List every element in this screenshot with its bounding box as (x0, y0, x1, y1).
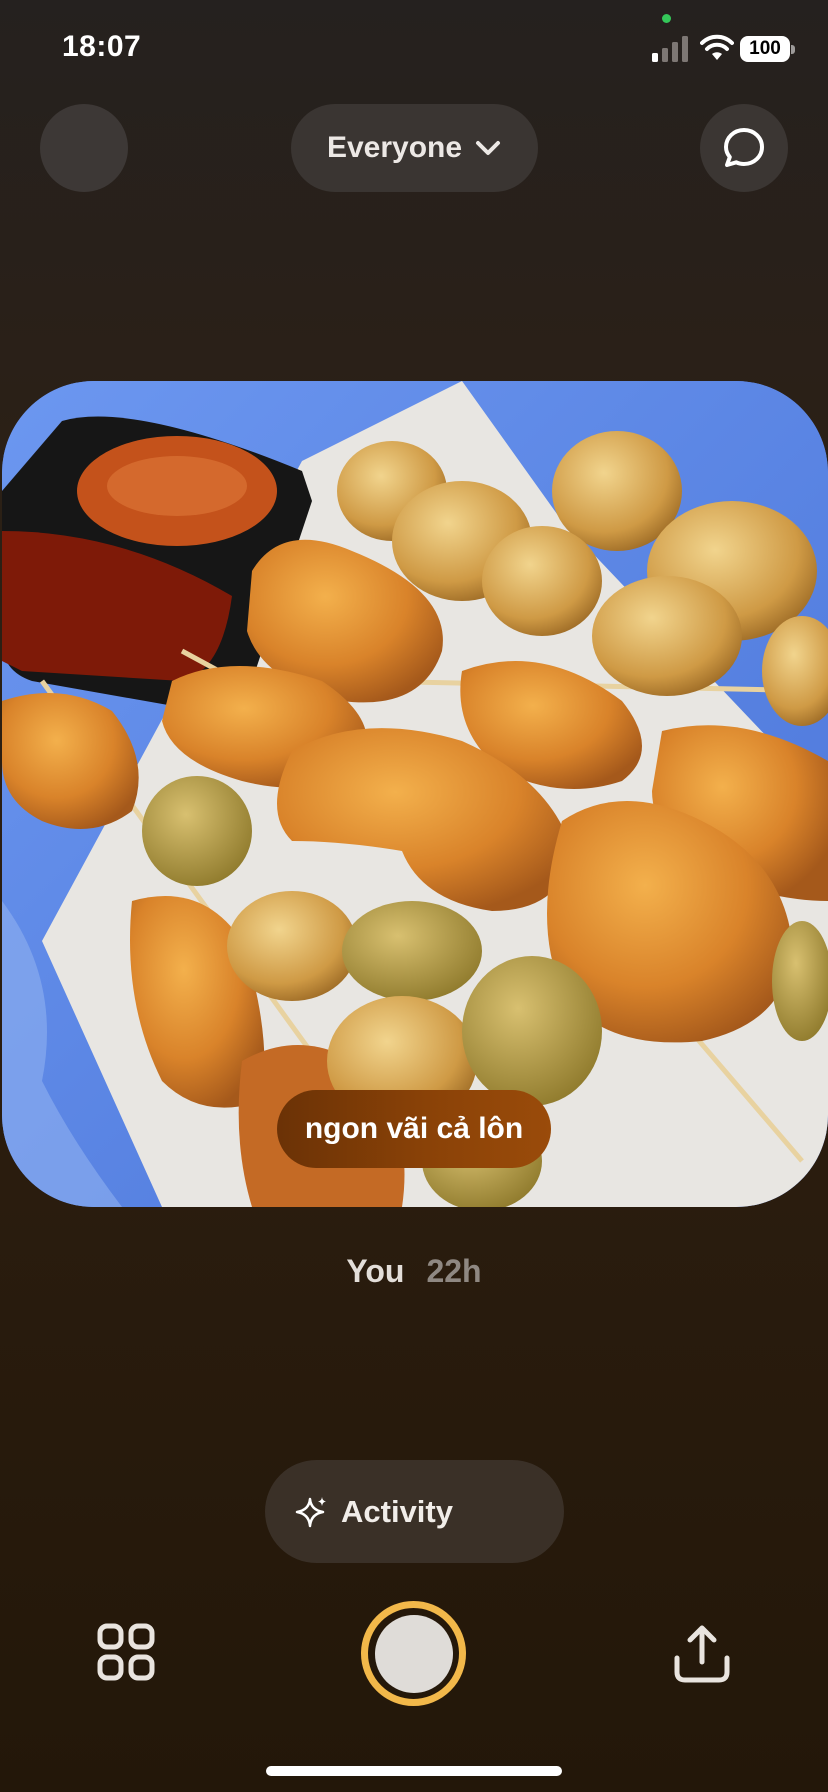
post-author[interactable]: You (346, 1253, 404, 1290)
grid-icon[interactable] (96, 1622, 156, 1682)
cellular-signal-icon (652, 36, 688, 62)
post-photo[interactable] (2, 381, 828, 1207)
shutter-button[interactable] (361, 1601, 466, 1706)
post-age: 22h (426, 1253, 482, 1289)
sparkles-icon (295, 1496, 326, 1527)
home-indicator[interactable] (266, 1766, 562, 1776)
food-photo-image (2, 381, 828, 1207)
activity-button[interactable]: Activity (265, 1460, 564, 1563)
share-icon[interactable] (672, 1622, 732, 1686)
caption-pill: ngon vãi cả lôn (277, 1090, 551, 1168)
status-bar: 18:07 100 (0, 0, 828, 100)
battery-icon: 100 (740, 36, 796, 62)
chat-bubble-icon (724, 128, 764, 167)
post-meta: You 22h (0, 1253, 828, 1290)
profile-avatar-button[interactable] (40, 104, 128, 192)
privacy-indicator-dot (662, 14, 671, 23)
wifi-icon (700, 34, 734, 60)
caption-text: ngon vãi cả lôn (304, 1112, 524, 1145)
battery-level: 100 (740, 36, 790, 62)
status-time: 18:07 (62, 30, 142, 63)
chevron-down-icon (476, 141, 501, 155)
shutter-inner (374, 1614, 453, 1693)
audience-label: Everyone (326, 131, 463, 164)
chat-button[interactable] (700, 104, 788, 192)
audience-selector-button[interactable]: Everyone (291, 104, 538, 192)
activity-label: Activity (341, 1493, 453, 1529)
